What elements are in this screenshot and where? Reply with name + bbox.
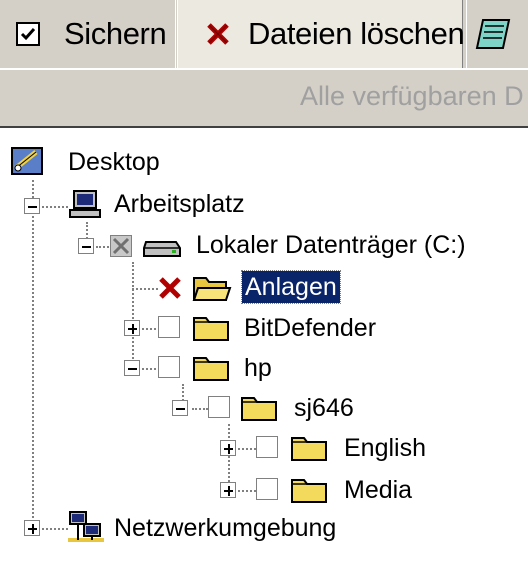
drive-icon <box>142 236 182 265</box>
tree-label-hp[interactable]: hp <box>244 352 272 384</box>
desktop-icon <box>10 146 46 183</box>
collapse-icon[interactable] <box>172 400 188 416</box>
checkbox-unchecked-icon[interactable] <box>158 316 180 338</box>
tree-line <box>42 206 68 208</box>
folder-icon <box>192 354 232 387</box>
collapse-icon[interactable] <box>124 360 140 376</box>
collapse-icon[interactable] <box>24 198 40 214</box>
folder-icon <box>240 394 280 427</box>
checkbox-partial-icon[interactable] <box>110 235 132 257</box>
tree-line <box>238 448 256 450</box>
tree-line <box>238 490 256 492</box>
tree-label-netzwerkumgebung[interactable]: Netzwerkumgebung <box>114 512 336 544</box>
notepad-icon <box>475 16 515 52</box>
tree-label-media[interactable]: Media <box>344 474 412 506</box>
tree-label-english[interactable]: English <box>344 432 426 464</box>
folder-icon <box>290 434 330 467</box>
tree-line <box>132 262 134 374</box>
red-x-icon[interactable] <box>158 276 182 305</box>
tree-line <box>42 528 68 530</box>
tree-line <box>132 288 158 290</box>
tree-line <box>32 180 34 530</box>
checkbox-unchecked-icon[interactable] <box>158 356 180 378</box>
folder-icon <box>290 476 330 509</box>
network-icon <box>66 510 106 549</box>
info-text: Alle verfügbaren D <box>300 81 524 111</box>
checkbox-unchecked-icon[interactable] <box>256 478 278 500</box>
tree-label-desktop[interactable]: Desktop <box>68 146 160 178</box>
tree-label-lokaler-datentraeger[interactable]: Lokaler Datenträger (C:) <box>196 229 466 261</box>
info-bar: Alle verfügbaren D <box>0 68 528 126</box>
folder-icon <box>192 314 232 347</box>
computer-icon <box>68 188 104 225</box>
tree-label-arbeitsplatz[interactable]: Arbeitsplatz <box>114 188 245 220</box>
collapse-icon[interactable] <box>78 238 94 254</box>
expand-icon[interactable] <box>124 320 140 336</box>
tab-sichern[interactable]: Sichern <box>0 0 176 68</box>
expand-icon[interactable] <box>24 520 40 536</box>
folder-open-icon <box>192 274 232 307</box>
checkbox-unchecked-icon[interactable] <box>256 436 278 458</box>
tree-label-bitdefender[interactable]: BitDefender <box>244 312 376 344</box>
expand-icon[interactable] <box>220 482 236 498</box>
tab-strip: Sichern Dateien löschen <box>0 0 528 68</box>
checkbox-checked-icon <box>16 22 40 46</box>
tab-dateien-loeschen[interactable]: Dateien löschen <box>177 0 465 68</box>
tab-sichern-label: Sichern <box>64 16 167 51</box>
tab-dateien-loeschen-label: Dateien löschen <box>248 16 465 51</box>
tree-line <box>192 408 208 410</box>
tree-label-sj646[interactable]: sj646 <box>294 392 354 424</box>
tab-notepad[interactable] <box>466 0 528 68</box>
red-x-icon <box>206 22 230 46</box>
checkbox-unchecked-icon[interactable] <box>208 396 230 418</box>
tree-label-anlagen[interactable]: Anlagen <box>241 270 341 304</box>
expand-icon[interactable] <box>220 440 236 456</box>
folder-tree[interactable]: Desktop Arbeitsplatz Lokaler Datenträger… <box>0 126 528 569</box>
